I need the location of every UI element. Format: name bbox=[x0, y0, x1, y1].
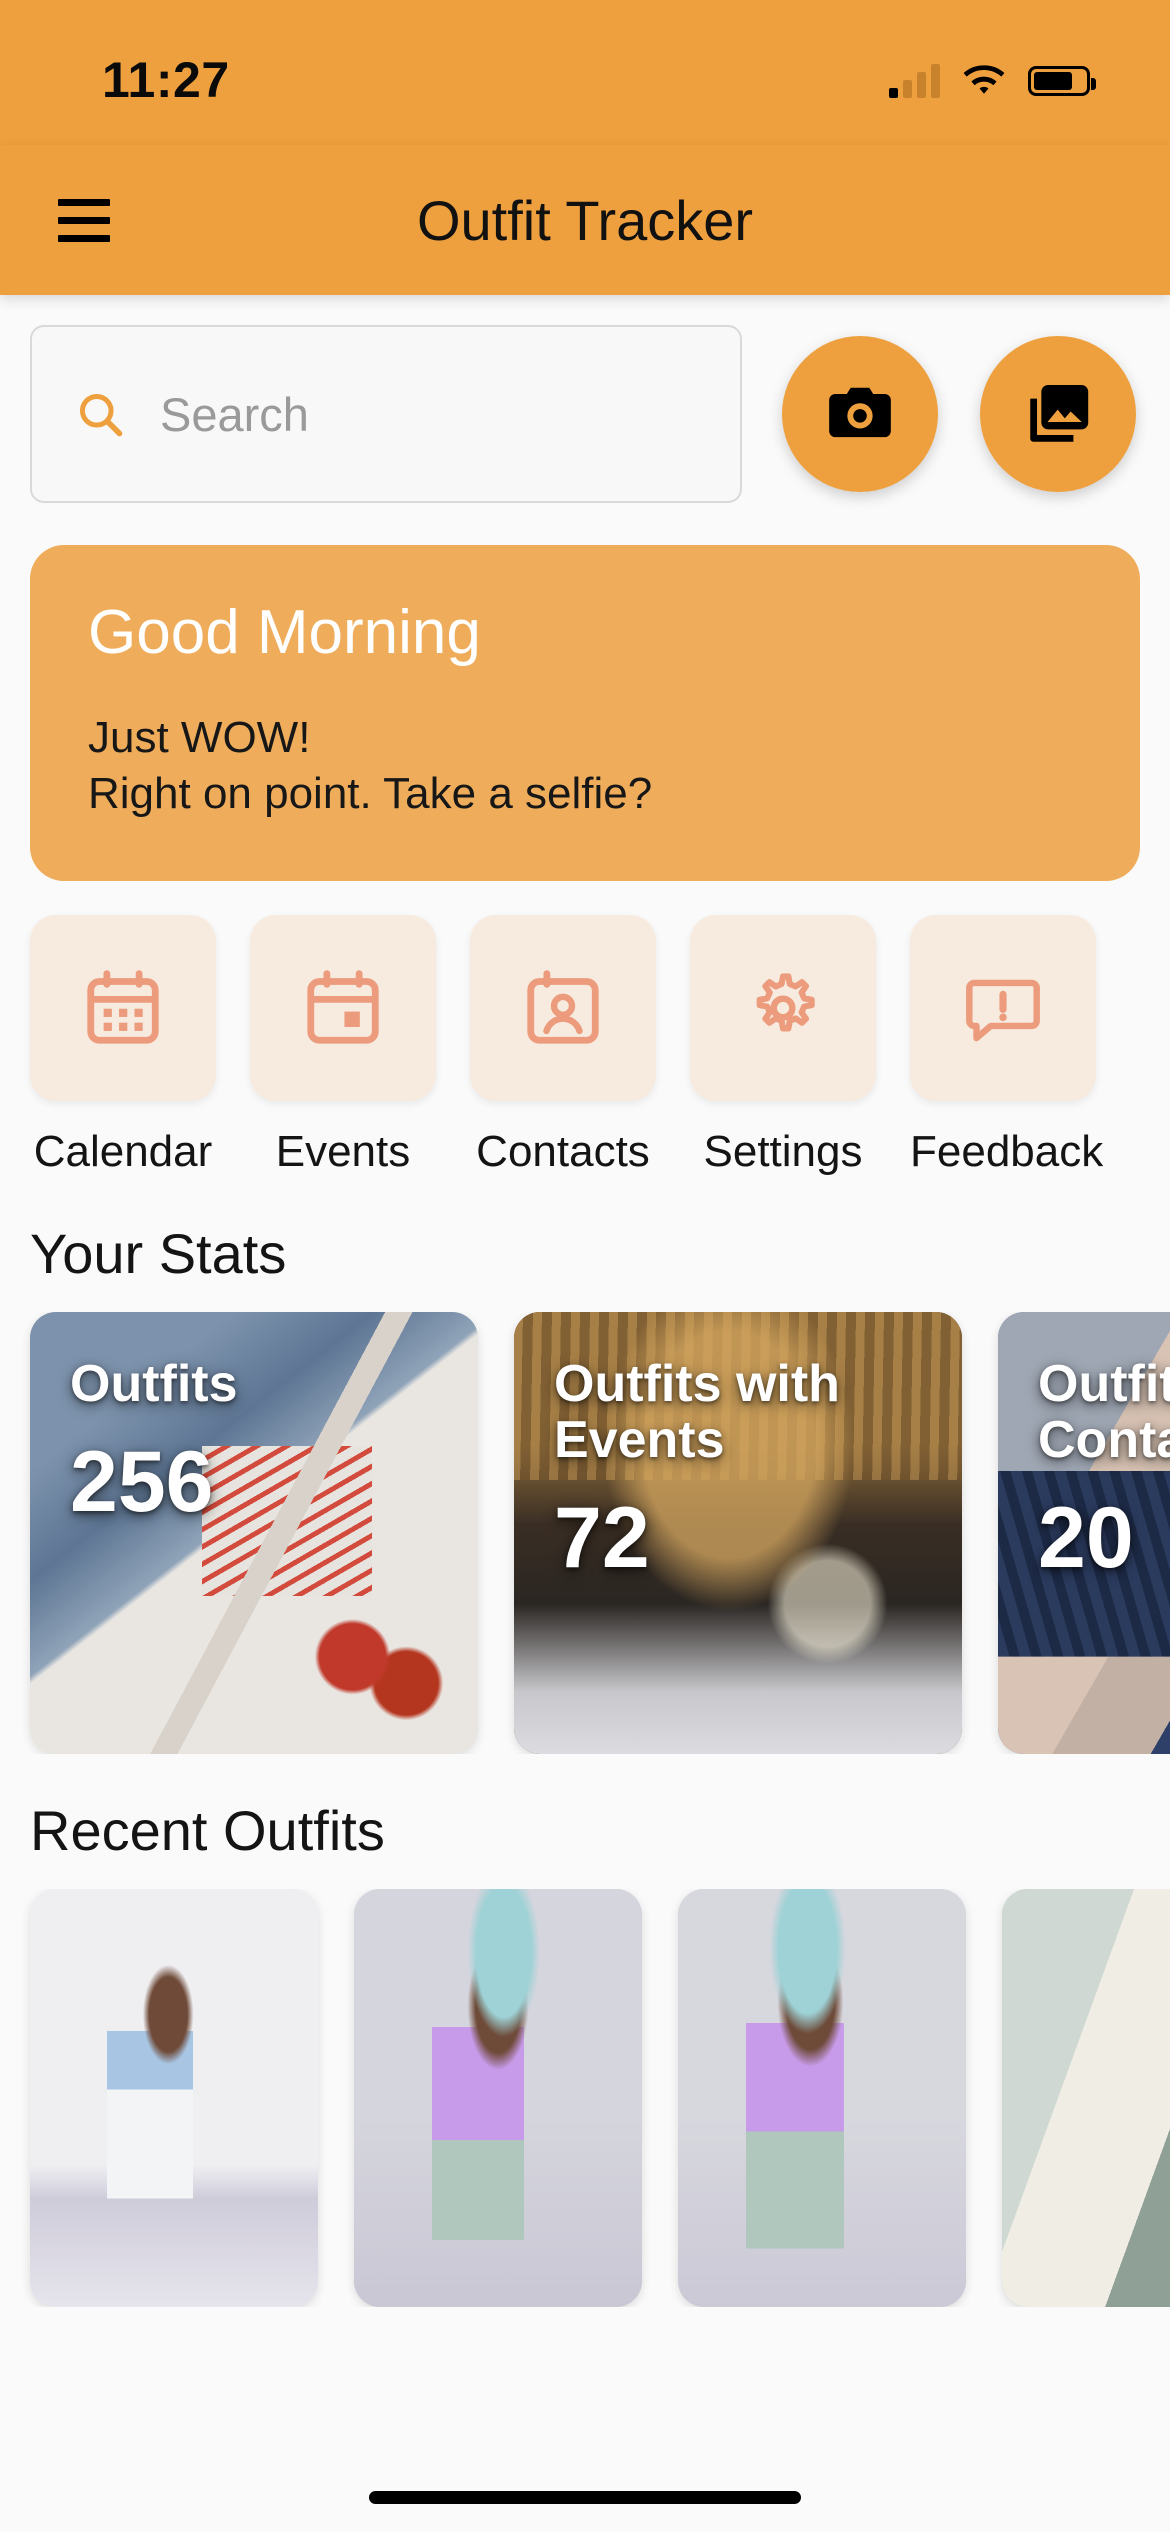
greeting-card: Good Morning Just WOW! Right on point. T… bbox=[30, 545, 1140, 881]
stat-card-value: 256 bbox=[70, 1433, 214, 1530]
greeting-title: Good Morning bbox=[88, 598, 481, 667]
quick-action-label: Settings bbox=[703, 1126, 863, 1176]
quick-action-tile bbox=[910, 914, 1096, 1101]
camera-button[interactable] bbox=[782, 336, 938, 492]
quick-actions-row: Calendar Events Contacts Settings Feedba… bbox=[0, 881, 1170, 1177]
stat-card-outfits[interactable]: Outfits 256 bbox=[30, 1311, 478, 1754]
stat-card-label: Outfits with Contacts bbox=[1038, 1354, 1170, 1469]
outfit-photo bbox=[30, 1888, 318, 2307]
search-input[interactable]: Search bbox=[30, 325, 742, 503]
outfit-photo bbox=[1002, 1888, 1170, 2307]
feedback-bubble-icon bbox=[966, 979, 1040, 1041]
outfit-thumbnail-3[interactable] bbox=[678, 1888, 966, 2307]
action-buttons bbox=[782, 336, 1136, 492]
battery-icon bbox=[1028, 65, 1096, 96]
quick-action-tile bbox=[690, 914, 876, 1101]
stats-section-title: Your Stats bbox=[30, 1221, 287, 1285]
recent-outfits-carousel[interactable] bbox=[0, 1888, 1170, 2307]
gallery-button[interactable] bbox=[980, 336, 1136, 492]
quick-action-calendar[interactable]: Calendar bbox=[30, 914, 216, 1177]
hamburger-menu-icon[interactable] bbox=[58, 198, 110, 242]
quick-action-label: Feedback bbox=[910, 1126, 1104, 1176]
calendar-icon bbox=[87, 969, 159, 1044]
quick-action-settings[interactable]: Settings bbox=[690, 914, 876, 1177]
stat-card-label: Outfits bbox=[70, 1354, 238, 1413]
camera-icon bbox=[829, 387, 891, 438]
stat-card-outfits-with-contacts[interactable]: Outfits with Contacts 20 bbox=[998, 1311, 1170, 1754]
quick-action-label: Events bbox=[275, 1126, 411, 1176]
quick-action-feedback[interactable]: Feedback bbox=[910, 914, 1104, 1177]
status-bar-icons bbox=[889, 63, 1096, 98]
gear-icon bbox=[756, 973, 815, 1032]
quick-action-tile bbox=[470, 914, 656, 1101]
photo-library-icon bbox=[1030, 385, 1089, 442]
quick-action-tile bbox=[30, 914, 216, 1101]
quick-action-label: Contacts bbox=[476, 1126, 650, 1176]
cellular-signal-icon bbox=[889, 63, 940, 98]
outfit-thumbnail-1[interactable] bbox=[30, 1888, 318, 2307]
quick-action-tile bbox=[250, 914, 436, 1101]
status-bar: 11:27 bbox=[0, 0, 1170, 145]
stat-card-label: Outfits with Events bbox=[554, 1354, 840, 1469]
quick-action-events[interactable]: Events bbox=[250, 914, 436, 1177]
search-row: Search bbox=[0, 295, 1170, 503]
quick-action-label: Calendar bbox=[33, 1126, 213, 1176]
wifi-icon bbox=[963, 64, 1005, 94]
app-bar: Outfit Tracker bbox=[0, 145, 1170, 295]
stats-carousel[interactable]: Outfits 256 Outfits with Events 72 Outfi… bbox=[0, 1311, 1170, 1754]
search-placeholder: Search bbox=[160, 387, 309, 441]
stat-card-outfits-with-events[interactable]: Outfits with Events 72 bbox=[514, 1311, 962, 1754]
greeting-line-2: Right on point. Take a selfie? bbox=[88, 769, 653, 819]
calendar-event-icon bbox=[307, 969, 379, 1044]
quick-action-contacts[interactable]: Contacts bbox=[470, 914, 656, 1177]
outfit-photo bbox=[678, 1888, 966, 2307]
stat-card-value: 20 bbox=[1038, 1489, 1134, 1586]
greeting-line-1: Just WOW! bbox=[88, 713, 311, 762]
outfit-photo bbox=[354, 1888, 642, 2307]
home-indicator bbox=[0, 2491, 1170, 2504]
outfit-thumbnail-2[interactable] bbox=[354, 1888, 642, 2307]
status-bar-time: 11:27 bbox=[102, 51, 230, 108]
contact-card-icon bbox=[527, 969, 599, 1044]
search-icon bbox=[79, 393, 123, 437]
recent-section-title: Recent Outfits bbox=[30, 1798, 385, 1862]
page-title: Outfit Tracker bbox=[416, 188, 754, 252]
outfit-thumbnail-4[interactable] bbox=[1002, 1888, 1170, 2307]
stat-card-value: 72 bbox=[554, 1489, 650, 1586]
